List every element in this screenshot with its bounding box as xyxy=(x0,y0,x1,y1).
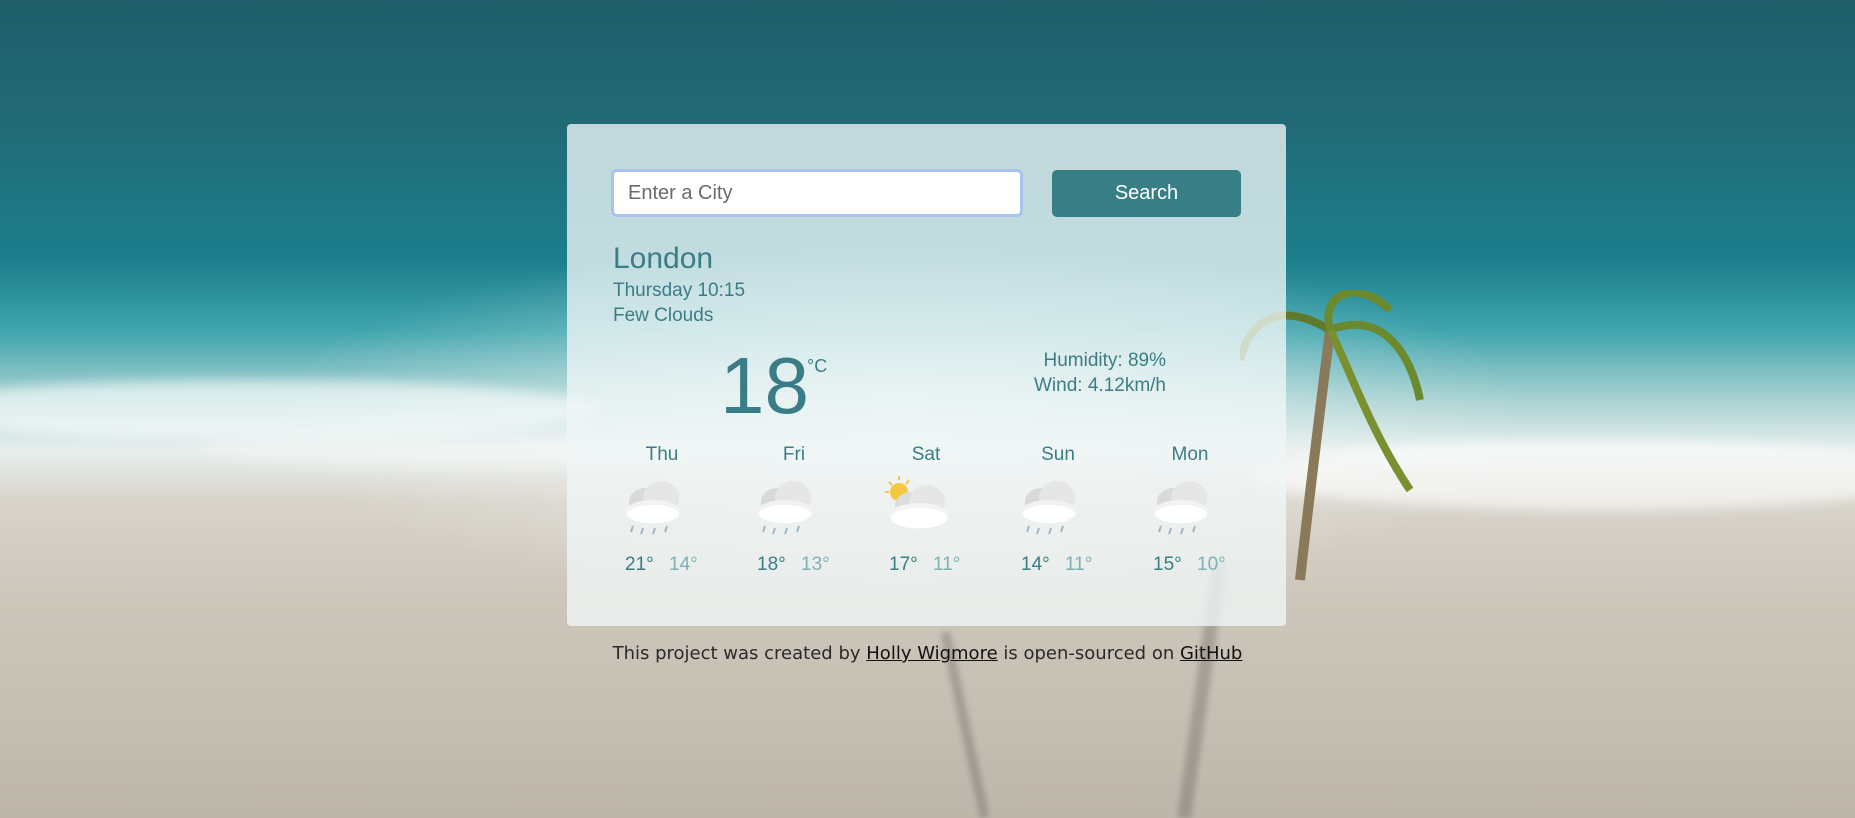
forecast-list: Thu 21° 14° Fri 18° 13° Sat 17° 11° Sun … xyxy=(611,444,1271,584)
rain-cloud-icon xyxy=(1021,481,1077,535)
forecast-low: 11° xyxy=(1065,554,1093,575)
forecast-day-name: Sat xyxy=(911,444,941,465)
rain-cloud-icon xyxy=(757,481,813,535)
forecast-day: Sun 14° 11° xyxy=(1007,444,1117,584)
forecast-day: Thu 21° 14° xyxy=(611,444,721,584)
rain-cloud-icon xyxy=(625,481,681,535)
current-datetime: Thursday 10:15 xyxy=(613,280,746,301)
forecast-high: 18° xyxy=(757,554,786,575)
github-link[interactable]: GitHub xyxy=(1180,643,1242,664)
rain-cloud-icon xyxy=(1153,481,1209,535)
forecast-day: Sat 17° 11° xyxy=(875,444,985,584)
city-search-input[interactable] xyxy=(611,169,1023,217)
forecast-day: Mon 15° 10° xyxy=(1139,444,1249,584)
temperature-unit[interactable]: °C xyxy=(807,356,827,377)
sun-cloud-icon xyxy=(885,476,949,529)
forecast-low: 10° xyxy=(1197,554,1226,575)
forecast-day-name: Fri xyxy=(782,444,806,465)
forecast-high: 14° xyxy=(1021,554,1050,575)
forecast-high: 17° xyxy=(889,554,918,575)
forecast-day-name: Sun xyxy=(1041,444,1075,465)
forecast-low: 14° xyxy=(669,554,698,575)
footer-prefix: This project was created by xyxy=(612,643,861,664)
forecast-day: Fri 18° 13° xyxy=(743,444,853,584)
wind-value: Wind: 4.12km/h xyxy=(1034,375,1166,396)
forecast-day-name: Thu xyxy=(645,444,679,465)
forecast-day-name: Mon xyxy=(1171,444,1209,465)
forecast-low: 13° xyxy=(801,554,830,575)
weather-card: Search London Thursday 10:15 Few Clouds … xyxy=(567,124,1286,626)
current-temperature: 18 xyxy=(720,341,809,430)
city-name: London xyxy=(613,242,714,275)
forecast-high: 15° xyxy=(1153,554,1182,575)
author-link[interactable]: Holly Wigmore xyxy=(866,643,997,664)
weather-description: Few Clouds xyxy=(613,305,714,326)
footer-middle: is open-sourced on xyxy=(1003,643,1175,664)
humidity-value: Humidity: 89% xyxy=(1043,350,1167,371)
forecast-high: 21° xyxy=(625,554,654,575)
footer: This project was created by Holly Wigmor… xyxy=(0,643,1855,664)
search-button[interactable]: Search xyxy=(1052,170,1241,217)
forecast-low: 11° xyxy=(933,554,961,575)
